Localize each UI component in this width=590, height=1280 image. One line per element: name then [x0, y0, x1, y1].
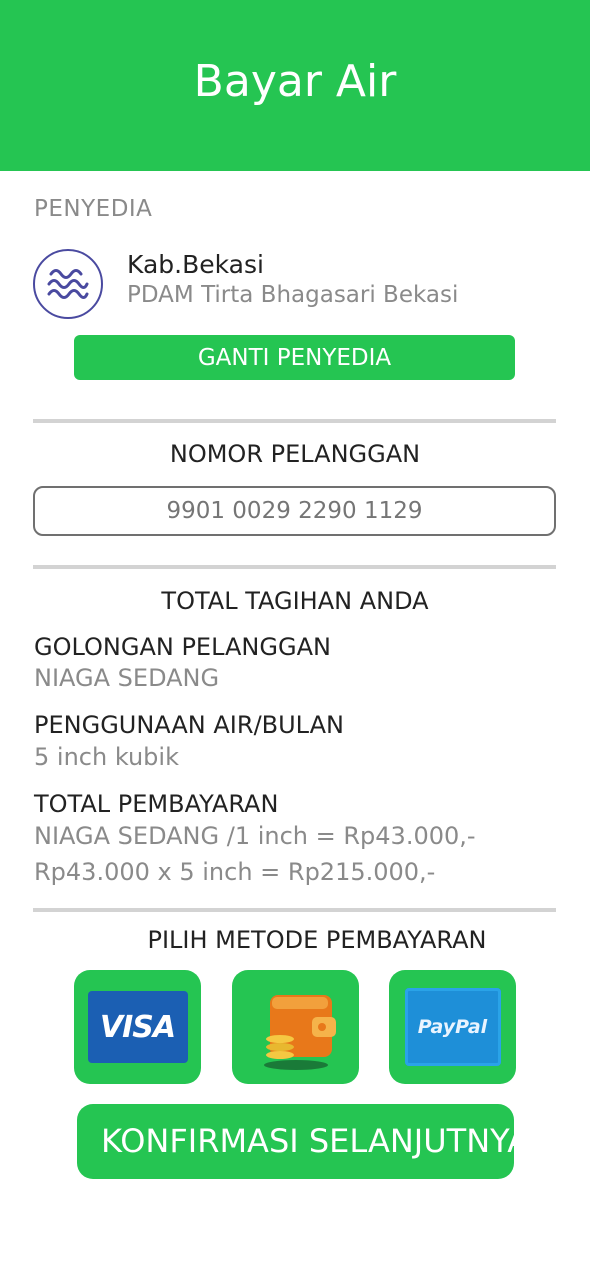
page-title: Bayar Air: [193, 56, 397, 107]
provider-name: Kab.Bekasi: [127, 250, 264, 279]
payment-method-heading: PILIH METODE PEMBAYARAN: [147, 926, 487, 954]
customer-number-heading: NOMOR PELANGGAN: [169, 440, 421, 468]
paypal-label: PayPal: [417, 1016, 488, 1038]
total-payment-label: TOTAL PEMBAYARAN: [34, 790, 279, 818]
visa-label: VISA: [99, 1009, 176, 1045]
provider-company: PDAM Tirta Bhagasari Bekasi: [127, 282, 459, 308]
app-header: Bayar Air: [0, 0, 590, 171]
customer-number-input[interactable]: [33, 486, 556, 536]
change-provider-button[interactable]: GANTI PENYEDIA: [74, 335, 515, 380]
paypal-icon: PayPal: [404, 988, 501, 1066]
total-payment-rate: NIAGA SEDANG /1 inch = Rp43.000,-: [34, 822, 476, 850]
confirm-next-label: KONFIRMASI SELANJUTNYA: [101, 1122, 530, 1160]
water-usage-label: PENGGUNAAN AIR/BULAN: [34, 711, 344, 739]
divider: [33, 419, 556, 423]
visa-card-icon: VISA: [87, 991, 188, 1063]
water-waves-icon: [33, 249, 103, 319]
bill-heading: TOTAL TAGIHAN ANDA: [161, 587, 429, 615]
paypal-payment-option[interactable]: PayPal: [389, 970, 516, 1084]
divider: [33, 565, 556, 569]
visa-payment-option[interactable]: VISA: [74, 970, 201, 1084]
wallet-payment-option[interactable]: [232, 970, 359, 1084]
water-usage-value: 5 inch kubik: [34, 743, 179, 771]
total-payment-amount: Rp43.000 x 5 inch = Rp215.000,-: [34, 858, 436, 886]
customer-group-value: NIAGA SEDANG: [34, 664, 220, 692]
customer-group-label: GOLONGAN PELANGGAN: [34, 633, 331, 661]
divider: [33, 908, 556, 912]
provider-section-label: PENYEDIA: [34, 196, 153, 222]
wallet-icon: [263, 995, 336, 1070]
